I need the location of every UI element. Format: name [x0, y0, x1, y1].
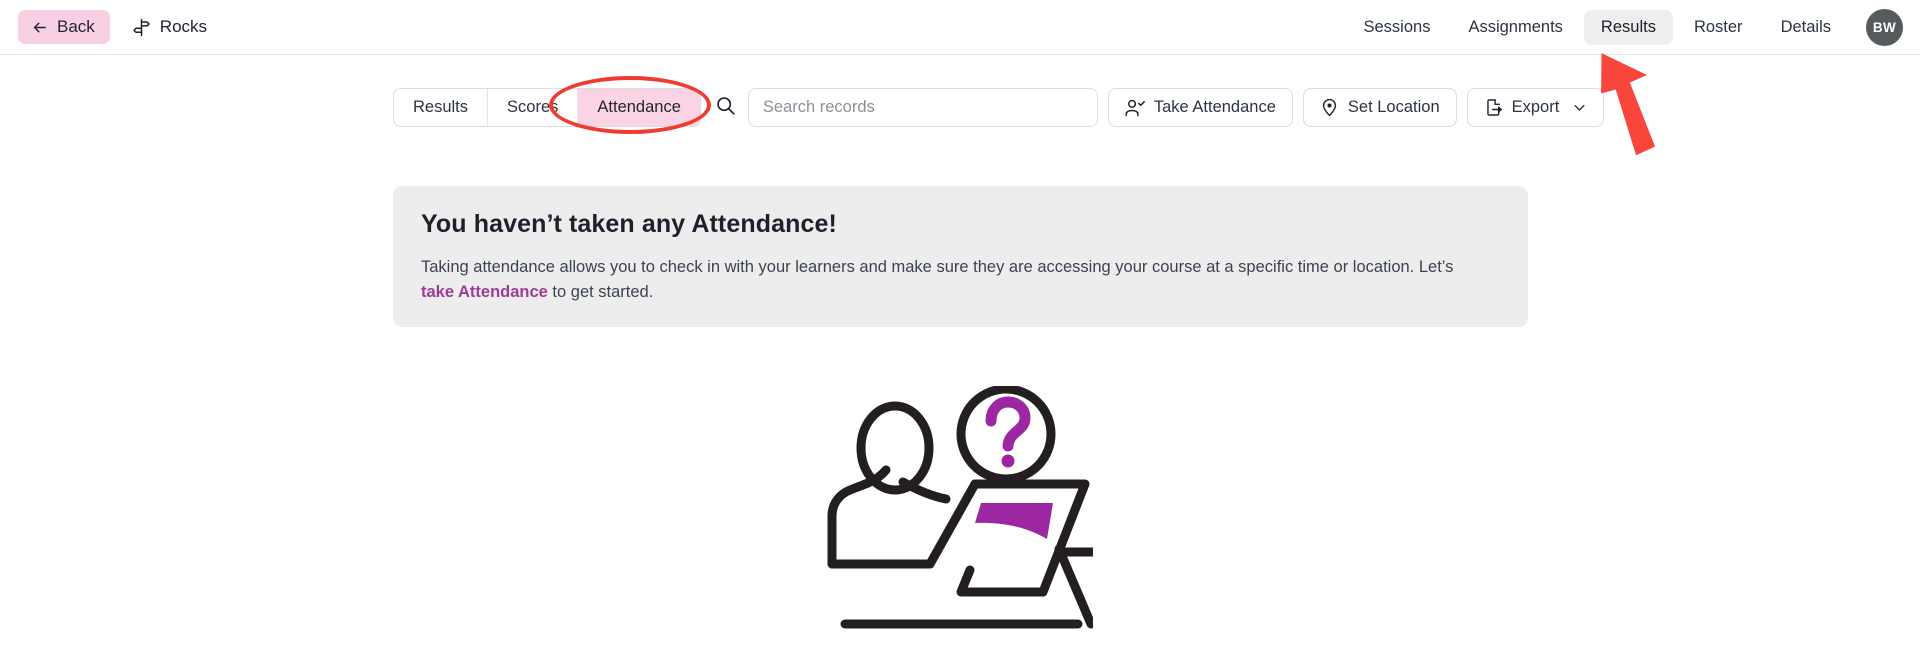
set-location-button[interactable]: Set Location [1302, 88, 1457, 127]
export-button[interactable]: Export [1466, 88, 1605, 127]
empty-state-panel: You haven’t taken any Attendance! Taking… [393, 186, 1528, 327]
export-label: Export [1511, 98, 1560, 116]
person-at-desk-with-question-mark-illustration [823, 384, 1108, 646]
back-button[interactable]: Back [18, 10, 110, 44]
course-breadcrumb[interactable]: Rocks [132, 17, 207, 37]
segment-attendance[interactable]: Attendance [578, 89, 700, 126]
avatar[interactable]: BW [1866, 8, 1903, 46]
results-nav-pointer [1600, 36, 1730, 166]
arrow-left-icon [31, 19, 48, 36]
user-check-icon [1125, 98, 1145, 118]
segment-scores[interactable]: Scores [488, 89, 579, 126]
search-input[interactable] [760, 97, 1085, 118]
nav-item-roster[interactable]: Roster [1677, 10, 1760, 45]
empty-state-body: Taking attendance allows you to check in… [421, 255, 1481, 306]
map-pin-icon [1320, 98, 1339, 117]
empty-state-title: You haven’t taken any Attendance! [421, 210, 837, 238]
view-segmented-control: Results Scores Attendance [393, 88, 701, 127]
app-page: Back Rocks Sessions Assignments Results … [0, 0, 1920, 646]
header-left-group: Back Rocks [0, 10, 207, 44]
search-icon [715, 95, 736, 121]
records-toolbar: Results Scores Attendance Take Attendanc… [393, 88, 1605, 127]
take-attendance-link[interactable]: take Attendance [421, 283, 548, 301]
file-export-icon [1484, 98, 1503, 117]
back-button-label: Back [57, 17, 95, 36]
course-name-label: Rocks [159, 17, 208, 36]
signpost-icon [132, 18, 151, 37]
empty-state-body-text-after: to get started. [547, 283, 654, 302]
nav-item-details[interactable]: Details [1764, 10, 1848, 45]
empty-state-body-text-before: Taking attendance allows you to check in… [421, 258, 1454, 276]
primary-nav: Sessions Assignments Results Roster Deta… [1347, 8, 1920, 46]
chevron-down-icon [1572, 100, 1587, 115]
take-attendance-button[interactable]: Take Attendance [1107, 88, 1293, 127]
search-field-wrapper [747, 88, 1098, 127]
nav-item-sessions[interactable]: Sessions [1347, 10, 1448, 45]
segment-results[interactable]: Results [394, 89, 489, 126]
set-location-label: Set Location [1347, 98, 1440, 116]
nav-item-assignments[interactable]: Assignments [1451, 10, 1579, 45]
app-header: Back Rocks Sessions Assignments Results … [0, 0, 1920, 55]
take-attendance-label: Take Attendance [1153, 98, 1276, 116]
nav-item-results[interactable]: Results [1583, 9, 1673, 45]
